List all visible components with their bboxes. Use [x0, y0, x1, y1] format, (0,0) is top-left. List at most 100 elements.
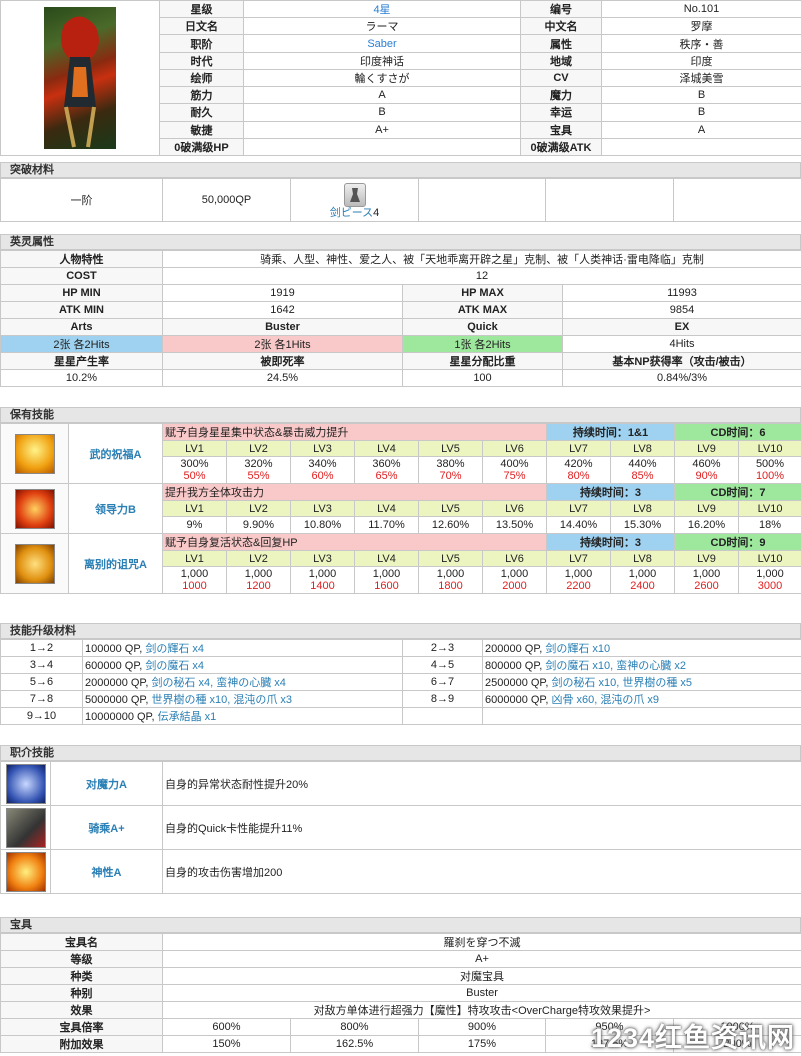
class-skill-icon-cell[interactable]	[0, 805, 51, 850]
magic-resistance-icon[interactable]	[5, 763, 46, 804]
np-value: 对魔宝具	[161, 967, 801, 985]
skill-value-primary: 1,000	[180, 568, 209, 580]
upgrade-items[interactable]: 剑の輝石 x10	[545, 643, 610, 655]
hpmax-value: 11993	[561, 284, 801, 302]
np-extra-value: 162.5%	[290, 1035, 419, 1053]
skill-value-primary: 380%	[436, 458, 465, 470]
profile-label: 魔力	[520, 86, 602, 105]
servant-portrait[interactable]	[0, 0, 160, 156]
skill-value-secondary: 65%	[375, 470, 398, 482]
upgrade-level: 6→7	[402, 673, 483, 691]
upgrade-qp: 2000000 QP,	[85, 677, 152, 689]
card-header: Quick	[402, 318, 563, 336]
upgrade-level: 1→2	[0, 639, 83, 657]
profile-label: 绘师	[159, 68, 244, 88]
upgrade-items[interactable]: 伝承結晶 x1	[158, 711, 217, 723]
skill-level-value: 300% 50%	[162, 456, 227, 484]
ascension-item[interactable]: 剑ピース4	[290, 178, 419, 222]
profile-value[interactable]: 4星	[243, 0, 521, 19]
upgrade-cost: 2000000 QP, 剑の秘石 x4, 蛮神の心臓 x4	[82, 673, 403, 691]
card-header: Buster	[162, 318, 403, 336]
sword-piece-icon[interactable]	[343, 182, 366, 207]
skill-level-value: 16.20%	[674, 516, 739, 534]
class-skill-icon-cell[interactable]	[0, 849, 51, 894]
upgrade-cost: 800000 QP, 剑の魔石 x10, 蛮神の心臓 x2	[482, 656, 801, 674]
class-skill-name[interactable]: 对魔力A	[50, 761, 163, 806]
skill-name[interactable]: 武的祝福A	[68, 423, 163, 484]
skill-value-primary: 420%	[564, 458, 593, 470]
class-skill-name[interactable]: 骑乘A+	[50, 805, 163, 850]
skill-level-label: LV3	[290, 550, 355, 567]
skill-level-label: LV6	[482, 500, 547, 517]
skill-value-primary: 300%	[180, 458, 209, 470]
class-skill-name[interactable]: 神性A	[50, 849, 163, 894]
revive-icon[interactable]	[14, 543, 55, 584]
upgrade-cost	[482, 707, 801, 725]
sword-icon[interactable]	[14, 488, 55, 529]
skill-cd: CD时间：6	[673, 423, 801, 441]
card-value: 4Hits	[561, 335, 801, 353]
skill-level-value: 1,000 2000	[482, 566, 547, 594]
ascension-item-label[interactable]: 剑ピース	[330, 207, 373, 219]
atkmin-value: 1642	[162, 301, 403, 319]
np-label: 等级	[0, 950, 163, 968]
class-skill-icon-cell[interactable]	[0, 761, 51, 806]
skill-level-label: LV9	[674, 440, 739, 457]
profile-label: 星级	[159, 0, 244, 19]
np-extra-value: 150%	[162, 1035, 291, 1053]
upgrade-items[interactable]: 剑の魔石 x10, 蛮神の心臓 x2	[545, 660, 686, 672]
skill-icon-cell[interactable]	[0, 423, 69, 484]
skill-level-value: 340% 60%	[290, 456, 355, 484]
upgrade-qp: 200000 QP,	[485, 643, 546, 655]
np-mult-value: 600%	[162, 1018, 291, 1036]
skill-level-value: 1,000 1000	[162, 566, 227, 594]
upgrade-items[interactable]: 剑の魔石 x4	[145, 660, 204, 672]
hpmax-label: HP MAX	[402, 284, 563, 302]
skill-level-label: LV4	[354, 440, 419, 457]
skill-level-label: LV1	[162, 440, 227, 457]
skill-value-primary: 340%	[308, 458, 337, 470]
upgrade-items[interactable]: 剑の輝石 x4	[145, 643, 204, 655]
profile-value: 印度	[601, 51, 801, 70]
upgrade-items[interactable]: 凶骨 x60, 混沌の爪 x9	[551, 694, 659, 706]
upgrade-items[interactable]: 剑の秘石 x10, 世界樹の種 x5	[551, 677, 692, 689]
skill-name[interactable]: 领导力B	[68, 483, 163, 534]
skill-value-secondary: 1400	[310, 580, 335, 592]
skill-level-value: 1,000 1400	[290, 566, 355, 594]
skill-cd: CD时间：7	[673, 483, 801, 501]
skill-level-label: LV8	[610, 440, 675, 457]
skill-icon-cell[interactable]	[0, 483, 69, 534]
skill-name[interactable]: 离别的诅咒A	[68, 533, 163, 594]
skill-value-secondary: 2000	[502, 580, 527, 592]
skill-value-secondary: 90%	[695, 470, 718, 482]
profile-label: 时代	[159, 51, 244, 70]
skill-icon-cell[interactable]	[0, 533, 69, 594]
upgrade-cost: 6000000 QP, 凶骨 x60, 混沌の爪 x9	[482, 690, 801, 708]
upgrade-qp: 10000000 QP,	[85, 711, 158, 723]
skill-level-value: 500% 100%	[737, 456, 801, 484]
skill-value-primary: 1,000	[244, 568, 273, 580]
profile-value[interactable]: Saber	[243, 34, 521, 53]
upgrade-items[interactable]: 世界樹の種 x10, 混沌の爪 x3	[151, 694, 292, 706]
class-skill-desc: 自身的异常状态耐性提升20%	[162, 761, 801, 806]
star-arrow-icon[interactable]	[14, 433, 55, 474]
skill-cd: CD时间：9	[673, 533, 801, 551]
skill-value-primary: 500%	[755, 458, 785, 470]
hpmin-value: 1919	[162, 284, 403, 302]
misc-header: 基本NP获得率（攻击/被击）	[561, 352, 801, 370]
card-value: 2张 各1Hits	[162, 335, 403, 353]
trait-label: 人物特性	[0, 250, 163, 268]
riding-icon[interactable]	[5, 807, 46, 848]
divinity-icon[interactable]	[5, 851, 46, 892]
skill-level-value: 13.50%	[482, 516, 547, 534]
skill-level-value: 320% 55%	[226, 456, 291, 484]
upgrade-items[interactable]: 剑の秘石 x4, 蛮神の心臓 x4	[151, 677, 285, 689]
skill-value-primary: 440%	[628, 458, 657, 470]
upgrade-qp: 6000000 QP,	[485, 694, 552, 706]
upgrade-level: 8→9	[402, 690, 483, 708]
profile-value: 罗摩	[601, 17, 801, 36]
skill-level-value: 1,000 2200	[546, 566, 611, 594]
upgrade-cost: 2500000 QP, 剑の秘石 x10, 世界樹の種 x5	[482, 673, 801, 691]
skill-level-label: LV1	[162, 500, 227, 517]
profile-value: 輪くすさが	[243, 68, 521, 88]
